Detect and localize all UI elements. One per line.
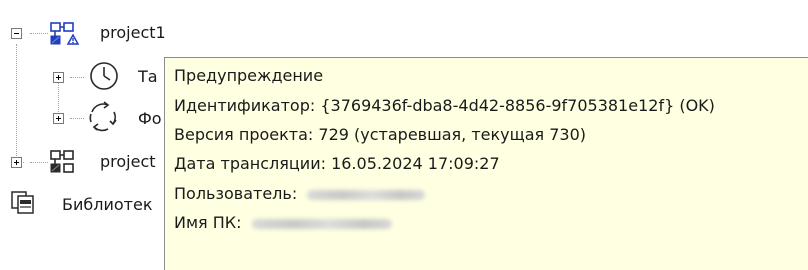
- tree-guide-line: [30, 162, 48, 163]
- tooltip-version: Версия проекта: 729 (устаревшая, текущая…: [174, 125, 586, 144]
- redacted-pc-value: [251, 218, 392, 229]
- redacted-user-value: [307, 189, 426, 200]
- tree-node-label: Та: [138, 67, 158, 86]
- tooltip-translation-date: Дата трансляции: 16.05.2024 17:09:27: [174, 154, 500, 173]
- project-icon: [50, 150, 82, 174]
- tooltip-user-label: Пользователь:: [174, 184, 298, 203]
- expand-toggle[interactable]: [53, 72, 64, 83]
- tree-guide-line: [16, 44, 17, 162]
- clock-icon: [88, 60, 120, 92]
- tooltip-user-row: Пользователь:: [174, 184, 426, 203]
- tree-node-label: project1: [100, 23, 166, 42]
- tree-guide-line: [70, 77, 84, 78]
- warning-tooltip: Предупреждение Идентификатор: {3769436f-…: [164, 57, 808, 270]
- tree-node-label: Библиотек: [62, 195, 153, 214]
- tooltip-identifier: Идентификатор: {3769436f-dba8-4d42-8856-…: [174, 96, 715, 115]
- tooltip-pc-row: Имя ПК:: [174, 214, 392, 232]
- tooltip-title: Предупреждение: [174, 66, 324, 85]
- tree-guide-line: [70, 118, 84, 119]
- expand-toggle[interactable]: [11, 157, 22, 168]
- tooltip-pc-label: Имя ПК:: [174, 213, 242, 232]
- collapse-toggle[interactable]: [11, 28, 22, 39]
- refresh-cycle-icon: [86, 100, 120, 134]
- tree-node-label: project: [100, 152, 156, 171]
- library-icon: [10, 190, 36, 216]
- tree-guide-line: [30, 33, 48, 34]
- tree-node-label: Фо: [138, 109, 162, 128]
- expand-toggle[interactable]: [53, 113, 64, 124]
- project-warning-icon: [50, 22, 82, 46]
